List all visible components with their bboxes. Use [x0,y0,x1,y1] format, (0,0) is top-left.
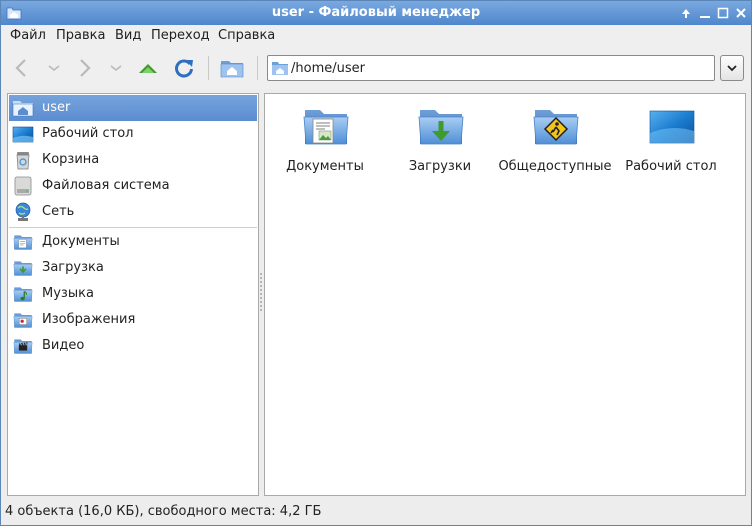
sidebar: user Рабочий стол Корзина Файловая систе… [7,93,259,496]
up-arrow-icon [139,64,157,73]
arrow-up-icon [682,9,690,18]
sidebar-item-label: Видео [42,338,85,353]
toolbar: /home/user [1,47,751,89]
public-folder-icon [532,102,580,150]
file-item-downloads[interactable]: Загрузки [381,102,499,182]
file-item-label: Рабочий стол [625,159,717,174]
forward-arrow-icon [80,59,91,77]
sidebar-item-label: Сеть [42,204,75,219]
file-item-label: Загрузки [408,159,472,174]
sidebar-item-label: Рабочий стол [42,126,134,141]
home-folder-icon [272,62,288,75]
up-button[interactable] [135,55,161,81]
sidebar-item-trash[interactable]: Корзина [9,147,257,173]
close-button[interactable] [732,4,750,22]
chevron-down-icon [727,65,737,72]
downloads-folder-icon [417,102,465,150]
sidebar-item-pictures[interactable]: Изображения [9,307,257,333]
sidebar-item-label: Загрузка [42,260,104,275]
minimize-icon [700,16,710,18]
forward-button[interactable] [71,55,97,81]
sidebar-item-downloads[interactable]: Загрузка [9,255,257,281]
sidebar-item-label: Изображения [42,312,136,327]
sidebar-item-label: Музыка [42,286,94,301]
window-title: user - Файловый менеджер [271,5,481,20]
forward-history-button[interactable] [103,55,129,81]
sidebar-item-music[interactable]: Музыка [9,281,257,307]
reload-icon [175,59,193,78]
file-item-label: Документы [286,159,364,174]
address-bar[interactable]: /home/user [267,55,715,81]
sidebar-item-documents[interactable]: Документы [9,229,257,255]
file-item-documents[interactable]: Документы [266,102,384,182]
back-button[interactable] [9,55,35,81]
reload-button[interactable] [171,55,197,81]
menu-bar: Файл Правка Вид Переход Справка [1,25,751,47]
documents-folder-icon [302,102,350,150]
menu-help[interactable]: Справка [218,28,275,43]
sidebar-separator [9,227,257,228]
documents-folder-icon [12,232,34,252]
title-bar[interactable]: user - Файловый менеджер [1,1,751,25]
pane-splitter[interactable] [259,271,263,311]
network-globe-icon [15,202,31,221]
file-item-label: Общедоступные [498,159,612,174]
file-item-public[interactable]: Общедоступные [496,102,614,182]
video-folder-icon [12,336,34,356]
file-manager-window: user - Файловый менеджер Файл Правка Вид… [0,0,752,526]
home-folder-icon [12,101,34,117]
keep-above-button[interactable] [677,4,695,22]
chevron-down-icon [48,65,60,72]
downloads-folder-icon [12,258,34,278]
maximize-icon [717,7,729,19]
sidebar-item-label: Корзина [42,152,100,167]
minimize-button[interactable] [696,4,714,22]
sidebar-item-video[interactable]: Видео [9,333,257,359]
sidebar-item-desktop[interactable]: Рабочий стол [9,121,257,147]
sidebar-item-label: Документы [42,234,120,249]
status-text: 4 объекта (16,0 КБ), свободного места: 4… [5,504,322,519]
pictures-folder-icon [12,310,34,330]
desktop-icon [649,110,695,144]
home-button[interactable] [219,55,245,81]
toolbar-separator [257,56,258,80]
toolbar-separator [208,56,209,80]
file-view[interactable]: Документы Загрузки Общедоступные Рабочий… [264,93,746,496]
sidebar-item-label: Файловая система [42,178,170,193]
maximize-button[interactable] [714,4,732,22]
menu-edit[interactable]: Правка [56,28,105,43]
menu-go[interactable]: Переход [151,28,210,43]
file-item-desktop[interactable]: Рабочий стол [612,102,730,182]
chevron-down-icon [110,65,122,72]
close-icon [736,8,746,18]
hard-drive-icon [14,176,32,196]
desktop-icon [12,126,34,143]
sidebar-item-user[interactable]: user [9,95,257,121]
address-text[interactable]: /home/user [291,61,365,76]
sidebar-item-label: user [42,100,71,115]
trash-icon [16,152,30,170]
back-history-button[interactable] [41,55,67,81]
status-bar: 4 объекта (16,0 КБ), свободного места: 4… [1,499,751,525]
home-folder-icon [220,61,244,78]
sidebar-item-network[interactable]: Сеть [9,199,257,225]
menu-file[interactable]: Файл [10,28,46,43]
address-dropdown-button[interactable] [720,55,744,81]
music-folder-icon [12,284,34,304]
menu-view[interactable]: Вид [115,28,141,43]
back-arrow-icon [15,59,26,77]
sidebar-item-filesystem[interactable]: Файловая система [9,173,257,199]
